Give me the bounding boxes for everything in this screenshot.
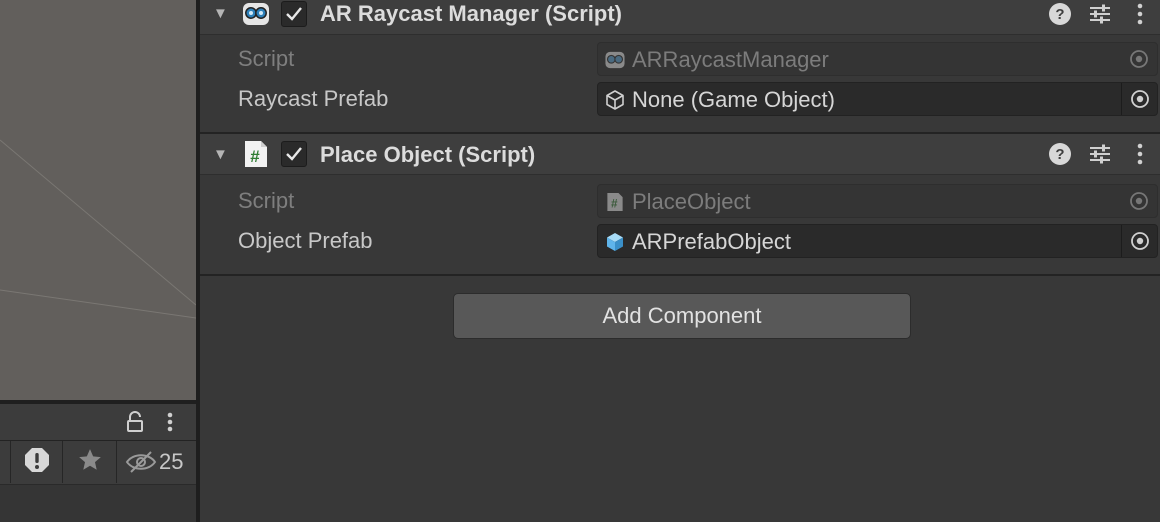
checkmark-icon [286,7,302,21]
console-log-area [0,484,196,522]
lock-icon[interactable] [124,410,146,434]
component-enabled-checkbox[interactable] [281,141,307,167]
prefab-cube-icon [604,231,626,253]
add-component-button[interactable]: Add Component [453,293,911,339]
component-enabled-checkbox[interactable] [281,1,307,27]
object-picker-icon[interactable] [1121,225,1157,257]
object-prefab-field[interactable]: ARPrefabObject [597,224,1158,258]
kebab-menu-icon[interactable] [160,410,180,434]
script-robot-icon [241,0,271,28]
header-divider [200,174,1160,175]
property-label-raycast-prefab: Raycast Prefab [238,86,389,111]
component-menu-icon[interactable] [1127,1,1153,27]
error-filter-toggle[interactable] [10,441,62,483]
scene-view[interactable] [0,0,196,400]
field-value: None (Game Object) [632,87,835,112]
checkmark-icon [286,147,302,161]
inspector-panel: ▼ AR Raycast Manager (Script) ? Script A… [200,0,1160,522]
field-value: ARPrefabObject [632,229,791,254]
csharp-script-icon: # [241,140,271,168]
property-label-script: Script [238,188,295,213]
hidden-objects-toggle[interactable]: 25 [116,441,196,483]
header-divider [200,34,1160,35]
svg-text:?: ? [1055,146,1064,163]
component-title: AR Raycast Manager (Script) [320,1,622,26]
presets-sliders-icon[interactable] [1087,141,1113,167]
field-value: PlaceObject [632,189,751,214]
script-field: # PlaceObject [597,184,1158,218]
component-header-ar-raycast-manager[interactable]: ▼ AR Raycast Manager (Script) ? [200,0,1160,34]
console-filter-bar: 25 [0,440,196,484]
script-robot-icon [604,49,626,71]
script-field: ARRaycastManager [597,42,1158,76]
field-value: ARRaycastManager [632,47,829,72]
component-divider [200,274,1160,276]
svg-text:#: # [250,147,260,166]
gameobject-cube-icon [604,89,626,111]
component-header-place-object[interactable]: ▼ # Place Object (Script) ? [200,134,1160,174]
property-label-script: Script [238,46,295,71]
foldout-arrow-icon[interactable]: ▼ [213,6,228,21]
raycast-prefab-field[interactable]: None (Game Object) [597,82,1158,116]
component-menu-icon[interactable] [1127,141,1153,167]
csharp-script-icon: # [604,191,626,213]
object-picker-icon [1121,185,1157,217]
object-picker-icon [1121,43,1157,75]
star-icon [77,447,103,478]
help-icon[interactable]: ? [1047,141,1073,167]
component-title: Place Object (Script) [320,142,536,167]
favorites-filter-toggle[interactable] [62,441,116,483]
presets-sliders-icon[interactable] [1087,1,1113,27]
hierarchy-toolbar [0,404,196,440]
scene-grid-lines [0,139,196,319]
error-icon [23,446,51,479]
svg-text:#: # [611,198,618,211]
help-icon[interactable]: ? [1047,1,1073,27]
svg-text:?: ? [1055,6,1064,23]
eye-slash-icon [125,450,157,474]
property-label-object-prefab: Object Prefab [238,228,373,253]
foldout-arrow-icon[interactable]: ▼ [213,147,228,162]
object-picker-icon[interactable] [1121,83,1157,115]
hidden-objects-count: 25 [159,449,184,474]
